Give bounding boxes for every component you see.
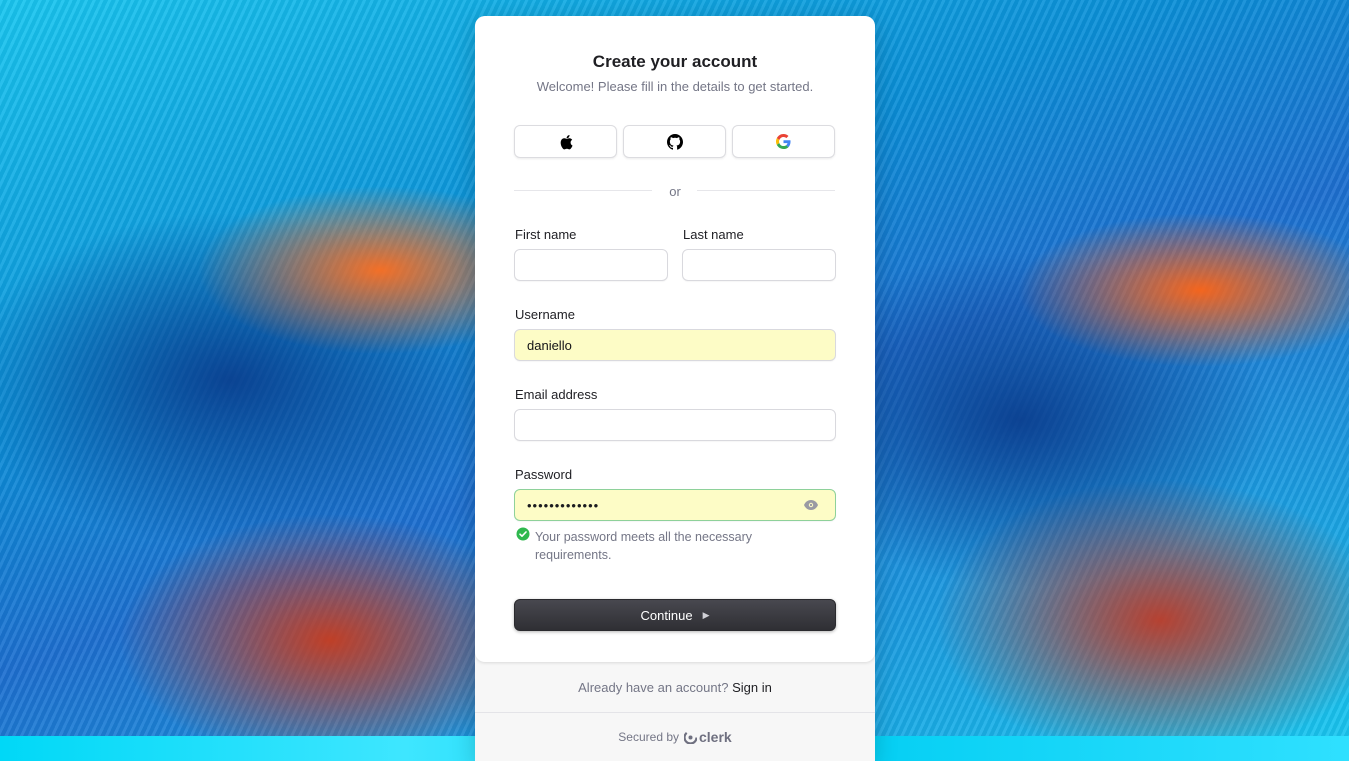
caret-right-icon: ▶: [702, 609, 710, 620]
username-input[interactable]: [514, 329, 836, 361]
secured-by-badge: Secured by clerk: [475, 729, 875, 745]
github-sign-in-button[interactable]: [623, 125, 726, 158]
divider-line-left: [514, 190, 652, 191]
show-password-toggle[interactable]: [803, 497, 819, 513]
continue-label: Continue: [640, 607, 693, 623]
page-subtitle: Welcome! Please fill in the details to g…: [536, 79, 814, 94]
footer-divider: [475, 712, 875, 713]
last-name-input[interactable]: [682, 249, 836, 281]
google-icon: [776, 134, 791, 149]
clerk-brand-text: clerk: [699, 729, 732, 745]
sign-in-link[interactable]: Sign in: [732, 680, 772, 695]
divider-line-right: [697, 190, 835, 191]
eye-icon: [804, 500, 818, 510]
sign-in-prompt: Already have an account? Sign in: [475, 680, 875, 695]
have-account-text: Already have an account?: [578, 680, 729, 695]
divider-text: or: [669, 184, 681, 199]
password-input[interactable]: [514, 489, 836, 521]
apple-icon: [560, 134, 572, 149]
email-input[interactable]: [514, 409, 836, 441]
password-hint: Your password meets all the necessary re…: [535, 530, 753, 562]
google-sign-in-button[interactable]: [732, 125, 835, 158]
clerk-logo-icon: [684, 730, 697, 744]
email-label: Email address: [515, 387, 598, 402]
sign-up-card: Create your account Welcome! Please fill…: [475, 16, 875, 761]
continue-button[interactable]: Continue ▶: [514, 599, 836, 631]
github-icon: [666, 133, 683, 150]
sign-up-form-panel: Create your account Welcome! Please fill…: [475, 16, 875, 662]
clerk-logo[interactable]: clerk: [684, 729, 732, 745]
first-name-input[interactable]: [514, 249, 668, 281]
last-name-label: Last name: [683, 227, 744, 242]
apple-sign-in-button[interactable]: [514, 125, 617, 158]
password-label: Password: [515, 467, 573, 482]
check-circle-icon: [516, 527, 530, 541]
secured-by-text: Secured by: [618, 730, 679, 744]
first-name-label: First name: [515, 227, 577, 242]
username-label: Username: [515, 307, 575, 322]
page-title: Create your account: [592, 52, 758, 71]
